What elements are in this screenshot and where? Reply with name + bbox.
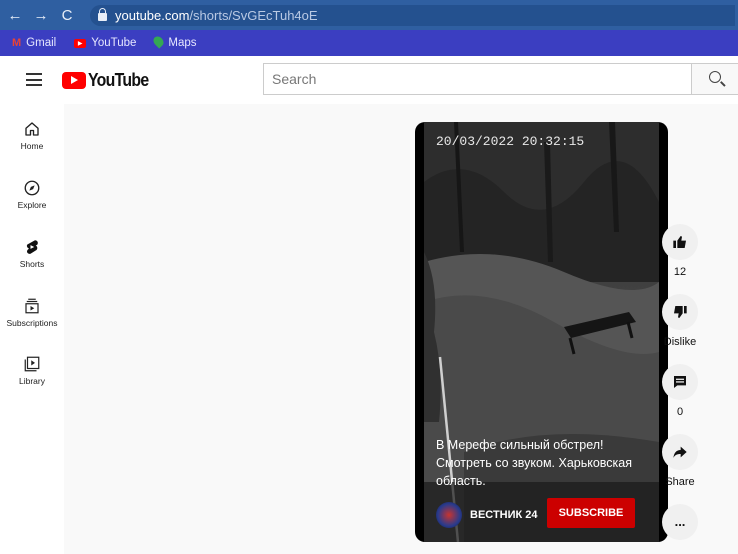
search-input[interactable]: Search [263,63,691,95]
bookmark-label: YouTube [91,37,137,49]
sidebar-item-explore[interactable]: Explore [0,179,64,210]
share-action: Share [662,434,698,488]
lock-icon [98,8,107,21]
logo-text: YouTube [88,70,149,90]
search-icon [709,71,721,83]
youtube-logo[interactable]: YouTube [62,70,157,91]
share-icon [673,446,687,458]
thumbs-down-icon [674,306,687,318]
video-caption: В Мерефе сильный обстрел! Смотреть со зв… [436,438,633,488]
library-icon [24,356,40,372]
sidebar-item-label: Home [20,141,44,151]
like-button[interactable] [662,224,698,260]
like-count: 12 [673,266,687,278]
search-button[interactable] [691,63,738,95]
sidebar-item-label: Shorts [19,259,45,269]
like-action: 12 [662,224,698,278]
youtube-play-icon [62,72,86,89]
shorts-icon [26,240,38,254]
url-host: youtube.com [115,8,190,23]
subscriptions-icon [25,298,39,314]
bookmark-maps[interactable]: Maps [151,34,197,50]
thumbs-up-icon [673,236,686,248]
comment-button[interactable] [662,364,698,400]
bookmark-label: Maps [168,37,197,49]
comment-action: 0 [662,364,698,418]
more-options-icon: ... [674,514,686,529]
sidebar-item-subscriptions[interactable]: Subscriptions [0,297,64,328]
url-path: /shorts/SvGEcTuh4oE [189,8,318,23]
subscribe-button[interactable]: SUBSCRIBE [547,498,635,528]
share-button[interactable] [662,434,698,470]
sidebar-item-home[interactable]: Home [0,120,64,151]
video-timestamp: 20/03/2022 20:32:15 [436,134,585,149]
back-arrow-icon[interactable]: ← [4,7,26,24]
share-label: Share [665,476,695,488]
shorts-video-player[interactable]: 20/03/2022 20:32:15 В Мерефе сильный обс… [415,122,668,542]
bookmark-youtube[interactable]: ▶ YouTube [74,37,136,49]
sidebar-item-library[interactable]: Library [0,355,64,386]
address-bar[interactable]: youtube.com /shorts/SvGEcTuh4oE [90,5,735,26]
video-frame: 20/03/2022 20:32:15 В Мерефе сильный обс… [424,122,659,542]
bookmarks-bar: M Gmail ▶ YouTube Maps [0,30,738,56]
comment-icon [674,376,686,388]
sidebar-item-label: Library [19,376,45,386]
dislike-button[interactable] [662,294,698,330]
more-options-button[interactable]: ... [662,504,698,540]
reload-icon[interactable]: C [56,7,78,24]
youtube-header: YouTube Search [0,56,738,104]
browser-toolbar: ← → C youtube.com /shorts/SvGEcTuh4oE [0,0,738,30]
menu-icon[interactable] [26,73,42,86]
gmail-icon: M [12,37,22,49]
dislike-action: Dislike [662,294,698,348]
sidebar-item-label: Subscriptions [6,318,58,328]
bookmark-gmail[interactable]: M Gmail [12,37,56,49]
sidebar-item-label: Explore [17,200,47,210]
youtube-icon: ▶ [74,38,87,48]
forward-arrow-icon[interactable]: → [30,7,52,24]
sidebar-item-shorts[interactable]: Shorts [0,238,64,269]
more-action: ... [662,504,698,540]
channel-avatar[interactable] [436,502,462,528]
channel-name[interactable]: ВЕСТНИК 24 [470,509,538,521]
maps-icon [151,34,166,50]
dislike-label: Dislike [663,336,697,348]
home-icon [25,122,39,136]
channel-info[interactable]: ВЕСТНИК 24 [436,502,538,528]
compass-icon [24,180,40,196]
sidebar: Home Explore Shorts Subscriptions Librar… [0,104,64,554]
bookmark-label: Gmail [26,37,57,49]
comment-count: 0 [676,406,684,418]
